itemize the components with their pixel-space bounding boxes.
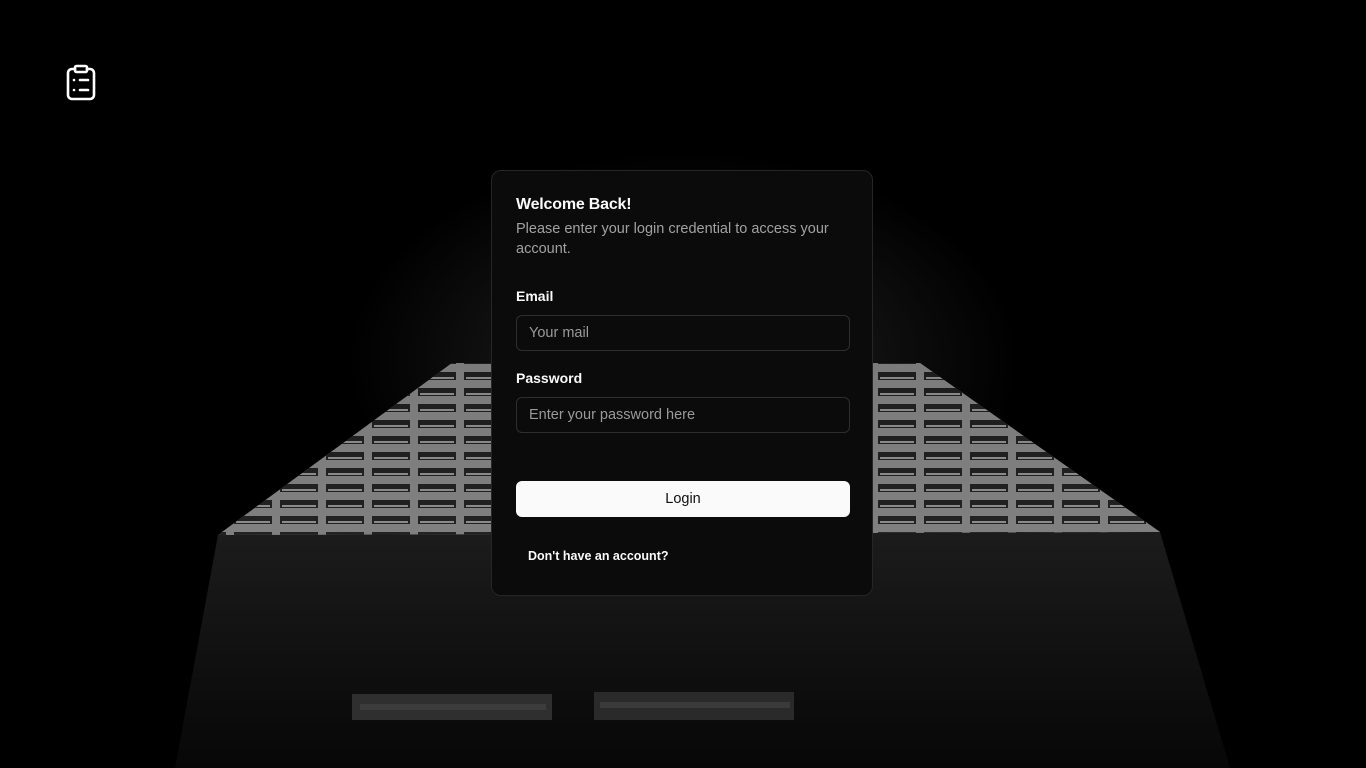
login-button[interactable]: Login [516,481,850,517]
login-card: Welcome Back! Please enter your login cr… [491,170,873,596]
login-subtitle: Please enter your login credential to ac… [516,221,829,257]
login-title: Welcome Back! [516,196,632,213]
password-input[interactable] [516,397,850,433]
clipboard-list-icon[interactable] [64,64,100,102]
email-label: Email [516,288,554,304]
login-page: Welcome Back! Please enter your login cr… [0,0,1366,768]
signup-link[interactable]: Don't have an account? [528,549,669,563]
password-label: Password [516,370,583,386]
email-input[interactable] [516,315,850,351]
